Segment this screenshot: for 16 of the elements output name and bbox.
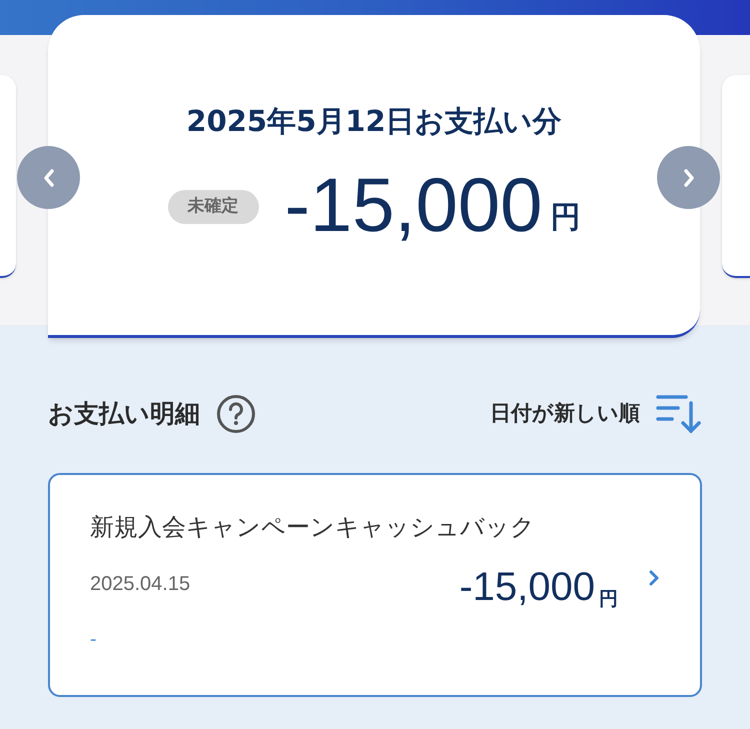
transaction-note: - [90,628,96,652]
chevron-right-icon [648,569,660,587]
status-badge: 未確定 [168,190,259,224]
currency-label: 円 [599,587,618,612]
transaction-date: 2025.04.15 [90,572,190,597]
help-icon[interactable] [216,394,256,434]
currency-label: 円 [550,198,580,236]
chevron-right-icon [682,168,696,188]
chevron-left-icon [42,168,56,188]
sort-label[interactable]: 日付が新しい順 [490,398,640,430]
section-heading: お支払い明細 [48,398,200,430]
payment-title: 2025年5月12日お支払い分 [186,103,562,140]
sort-icon[interactable] [656,393,702,435]
transaction-description: 新規入会キャンペーンキャッシュバック [90,512,536,543]
transaction-amount: -15,000 [459,565,595,609]
payment-amount: -15,000 [284,166,542,246]
